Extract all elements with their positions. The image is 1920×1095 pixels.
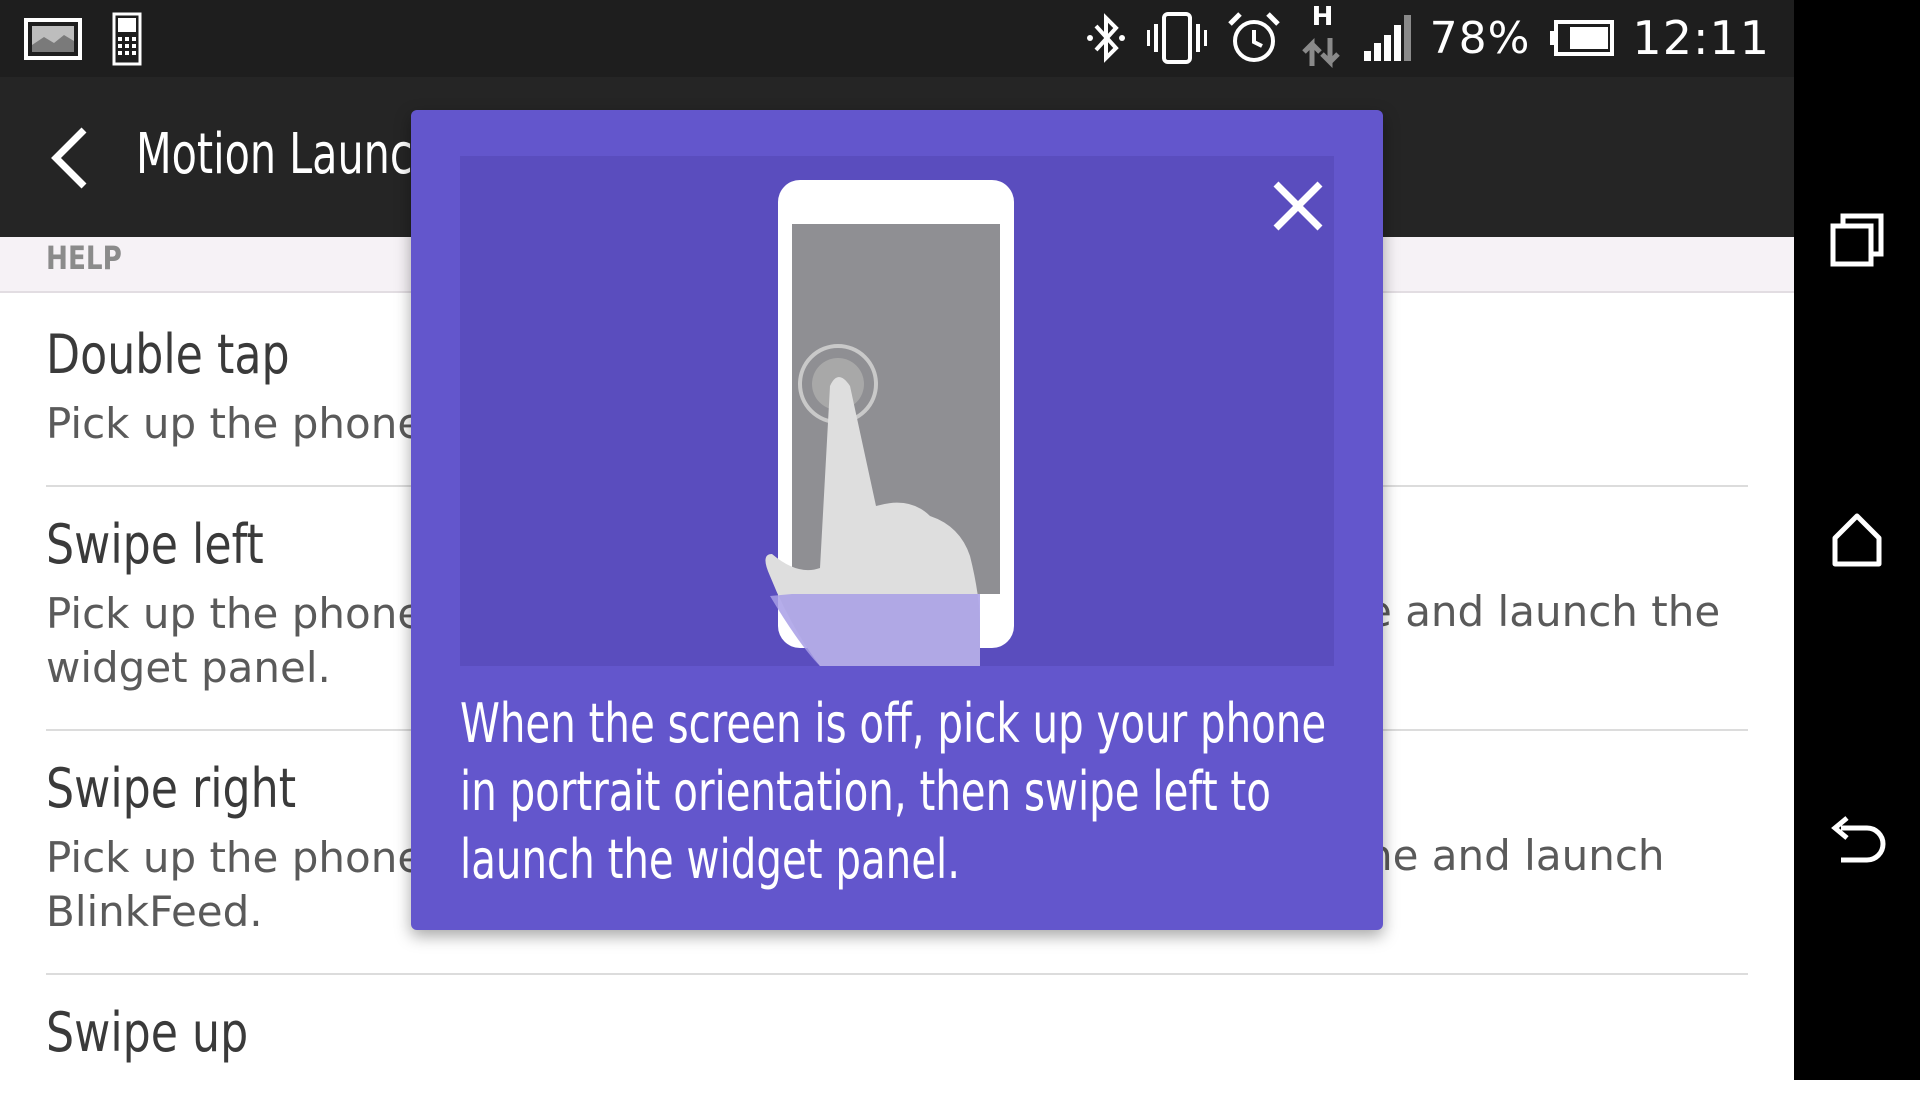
help-dialog: When the screen is off, pick up your pho… [411, 110, 1383, 930]
list-item-description: Pick up the phone [46, 833, 424, 882]
home-icon[interactable] [1827, 510, 1887, 570]
gallery-icon [24, 17, 82, 65]
list-item-description-right: ne and launch [1366, 831, 1665, 880]
list-item[interactable]: Swipe up [46, 975, 1748, 1095]
section-header-label: HELP [46, 239, 122, 277]
network-type-label: H [1311, 2, 1334, 32]
phone-keypad-icon [112, 12, 142, 70]
close-icon[interactable] [1270, 178, 1326, 234]
list-item-title: Double tap [46, 323, 290, 386]
gesture-illustration [460, 156, 1334, 666]
status-bar: H 78% 12:11 [0, 0, 1794, 77]
list-item-title: Swipe up [46, 1001, 249, 1064]
navigation-bar [1794, 0, 1920, 1080]
list-item-description-line2: widget panel. [46, 643, 331, 692]
list-item-description-line2: BlinkFeed. [46, 887, 263, 936]
page-title: Motion Launch [136, 122, 439, 187]
list-item-description: Pick up the phone [46, 589, 424, 638]
status-bar-right: H 78% 12:11 [1084, 2, 1770, 68]
status-bar-left [24, 12, 142, 70]
signal-icon [1362, 13, 1412, 63]
back-icon[interactable] [1827, 810, 1887, 870]
clock: 12:11 [1632, 11, 1770, 65]
alarm-icon [1226, 10, 1282, 66]
dialog-description: When the screen is off, pick up your pho… [460, 692, 1327, 891]
back-arrow-icon[interactable] [40, 122, 100, 192]
vibrate-icon [1146, 10, 1208, 66]
list-item-title: Swipe left [46, 513, 264, 576]
bluetooth-icon [1084, 10, 1128, 66]
list-item-description-right: e and launch the [1366, 587, 1721, 636]
recent-apps-icon[interactable] [1827, 210, 1887, 270]
battery-percent: 78% [1429, 12, 1531, 64]
battery-icon [1548, 20, 1615, 56]
list-item-title: Swipe right [46, 757, 297, 820]
phone-swipe-illustration-icon [765, 180, 1014, 666]
list-item-description: Pick up the phone [46, 399, 424, 448]
data-transfer-icon: H [1300, 2, 1344, 68]
